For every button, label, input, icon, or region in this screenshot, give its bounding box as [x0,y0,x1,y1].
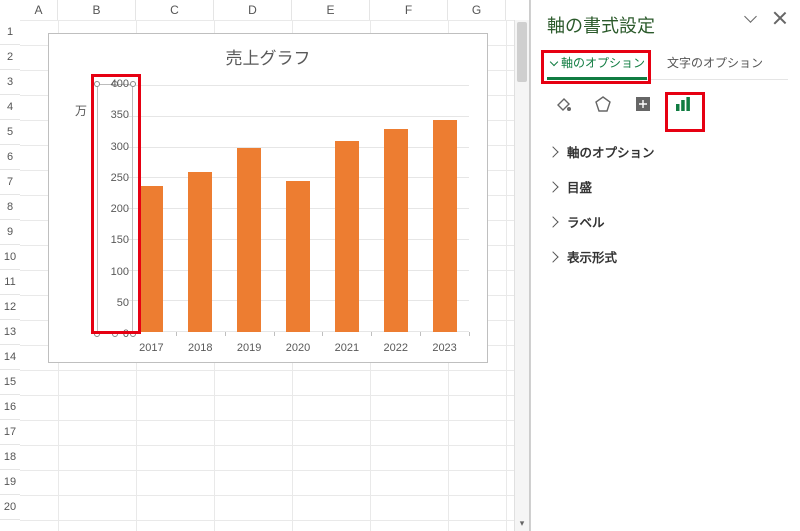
y-tick-label: 0 [123,328,129,340]
row-header[interactable]: 6 [0,145,20,170]
collapse-icon[interactable] [744,12,760,22]
row-header[interactable]: 12 [0,295,20,320]
size-props-icon[interactable] [631,92,655,116]
col-header[interactable]: C [136,0,214,20]
row-header[interactable]: 4 [0,95,20,120]
close-icon[interactable] [772,10,788,26]
tab-text-options[interactable]: 文字のオプション [665,50,765,79]
chart-object[interactable]: 売上グラフ 万 2017201820192020202120222023 050… [48,33,488,363]
vertical-scrollbar[interactable]: ▾ [514,20,529,531]
plot-area[interactable]: 2017201820192020202120222023 [127,86,469,332]
bar[interactable] [433,120,457,332]
row-header[interactable]: 19 [0,470,20,495]
section-label: 軸のオプション [567,142,655,161]
gridline [127,177,469,178]
pentagon-icon[interactable] [591,92,615,116]
bar[interactable] [384,129,408,332]
bar-chart-icon[interactable] [671,92,695,116]
y-tick-label: 350 [111,109,129,121]
row-header[interactable]: 5 [0,120,20,145]
row-headers: 1 2 3 4 5 6 7 8 9 10 11 12 13 14 15 16 1… [0,20,20,520]
row-header[interactable]: 1 [0,20,20,45]
tab-label: 軸のオプション [561,56,645,70]
vertical-axis[interactable]: 050100150200250300350400 [97,84,133,334]
row-header[interactable]: 2 [0,45,20,70]
y-tick-label: 300 [111,141,129,153]
section-label: 表示形式 [567,247,617,266]
pane-tabs: 軸のオプション 文字のオプション [547,50,788,80]
section-axis-options[interactable]: 軸のオプション [547,134,788,169]
worksheet: A B C D E F G 1 2 3 4 5 6 7 8 9 10 11 12… [0,0,530,531]
chevron-right-icon [547,181,558,192]
row-header[interactable]: 18 [0,445,20,470]
row-header[interactable]: 10 [0,245,20,270]
x-tick-label: 2023 [432,342,456,354]
bar[interactable] [188,172,212,332]
y-tick-label: 250 [111,172,129,184]
bar[interactable] [286,181,310,332]
chevron-down-icon [549,57,559,67]
section-number-format[interactable]: 表示形式 [547,239,788,274]
chevron-right-icon [547,251,558,262]
app-root: A B C D E F G 1 2 3 4 5 6 7 8 9 10 11 12… [0,0,800,531]
column-headers: A B C D E F G [20,0,529,20]
gridline [127,116,469,117]
bar[interactable] [237,148,261,333]
pane-icon-row [551,92,788,116]
row-header[interactable]: 7 [0,170,20,195]
row-header[interactable]: 8 [0,195,20,220]
y-tick-label: 50 [117,297,129,309]
section-tick[interactable]: 目盛 [547,169,788,204]
scroll-down-arrow[interactable]: ▾ [515,516,529,531]
y-tick-label: 200 [111,203,129,215]
row-header[interactable]: 9 [0,220,20,245]
x-tick-label: 2017 [139,342,163,354]
selection-handle[interactable] [130,331,136,337]
fill-bucket-icon[interactable] [551,92,575,116]
row-header[interactable]: 3 [0,70,20,95]
row-header[interactable]: 17 [0,420,20,445]
col-header[interactable]: E [292,0,370,20]
axis-unit-label: 万 [75,102,87,119]
chevron-right-icon [547,146,558,157]
tab-axis-options[interactable]: 軸のオプション [547,50,647,79]
scrollbar-thumb[interactable] [517,22,527,82]
col-header[interactable]: B [58,0,136,20]
x-tick-label: 2019 [237,342,261,354]
y-tick-label: 400 [111,78,129,90]
section-label: ラベル [567,212,605,231]
col-header[interactable]: A [20,0,58,20]
x-tick-label: 2021 [335,342,359,354]
x-tick-label: 2022 [383,342,407,354]
selection-handle[interactable] [112,331,118,337]
format-pane: 軸の書式設定 軸のオプション 文字のオプション [530,0,800,531]
tab-label: 文字のオプション [667,56,763,70]
section-label: 目盛 [567,177,592,196]
col-header[interactable]: F [370,0,448,20]
row-header[interactable]: 16 [0,395,20,420]
selection-handle[interactable] [94,331,100,337]
gridline [127,147,469,148]
x-tick-label: 2020 [286,342,310,354]
row-header[interactable]: 15 [0,370,20,395]
gridline [127,85,469,86]
col-header[interactable]: D [214,0,292,20]
chart-title[interactable]: 売上グラフ [49,44,487,69]
y-tick-label: 150 [111,234,129,246]
bar[interactable] [335,141,359,332]
chevron-right-icon [547,216,558,227]
row-header[interactable]: 20 [0,495,20,520]
bar[interactable] [139,186,163,332]
y-tick-label: 100 [111,266,129,278]
selection-handle[interactable] [94,81,100,87]
row-header[interactable]: 14 [0,345,20,370]
col-header[interactable]: G [448,0,506,20]
row-header[interactable]: 11 [0,270,20,295]
row-header[interactable]: 13 [0,320,20,345]
section-label[interactable]: ラベル [547,204,788,239]
selection-handle[interactable] [130,81,136,87]
x-tick-label: 2018 [188,342,212,354]
